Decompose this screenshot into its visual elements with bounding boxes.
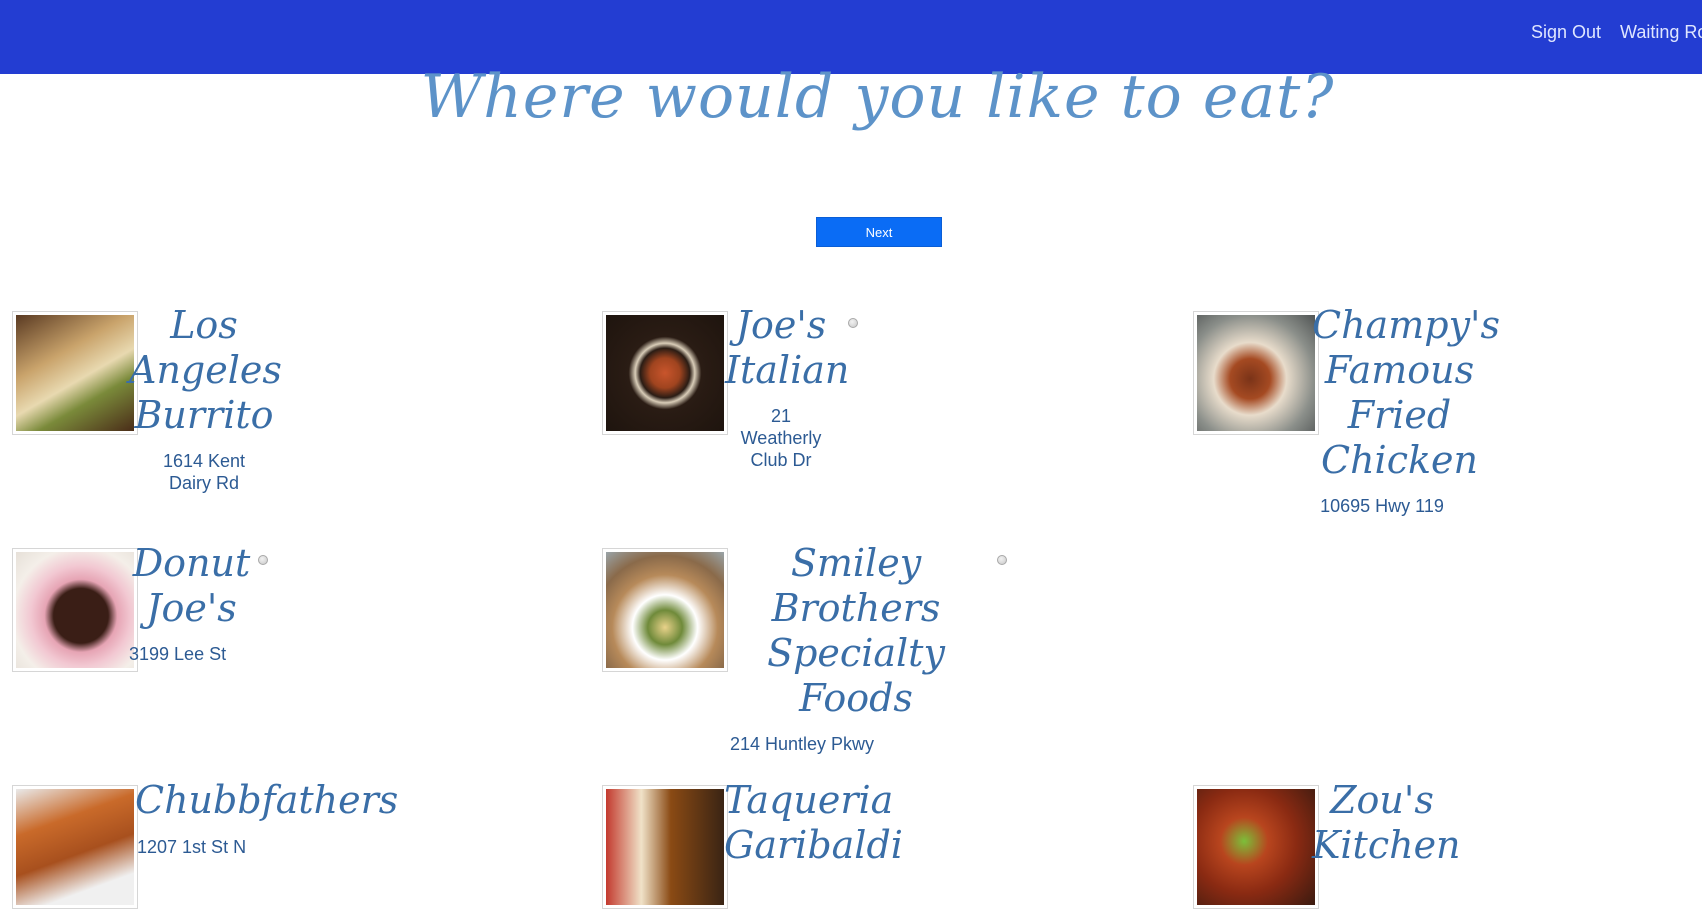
restaurant-name[interactable]: Chubbfathers <box>135 778 398 823</box>
restaurant-name[interactable]: Taqueria Garibaldi <box>724 778 903 868</box>
radio-icon[interactable] <box>997 555 1007 565</box>
restaurant-address: 3199 Lee St <box>129 644 227 664</box>
restaurant-name[interactable]: Los Angeles Burrito <box>129 303 282 438</box>
restaurant-photo[interactable] <box>602 785 728 909</box>
restaurant-photo[interactable] <box>1193 785 1319 909</box>
restaurant-photo[interactable] <box>602 311 728 435</box>
radio-icon[interactable] <box>848 318 858 328</box>
restaurant-name[interactable]: Joe's Italian <box>725 303 849 393</box>
restaurant-address: 214 Huntley Pkwy <box>729 734 875 754</box>
restaurant-name[interactable]: Smiley Brothers Specialty Foods <box>766 541 946 721</box>
radio-icon[interactable] <box>258 555 268 565</box>
restaurant-address: 1614 Kent Dairy Rd <box>162 451 246 493</box>
restaurant-address: 1207 1st St N <box>137 837 247 857</box>
restaurant-name[interactable]: Zou's Kitchen <box>1312 778 1461 868</box>
restaurant-photo[interactable] <box>12 311 138 435</box>
restaurant-photo[interactable] <box>12 548 138 672</box>
restaurant-photo[interactable] <box>602 548 728 672</box>
sign-out-link[interactable]: Sign Out <box>1531 22 1601 43</box>
restaurant-name[interactable]: Champy's Famous Fried Chicken <box>1312 303 1500 483</box>
next-button[interactable]: Next <box>816 217 942 247</box>
restaurant-photo[interactable] <box>1193 311 1319 435</box>
restaurant-address: 10695 Hwy 119 <box>1320 496 1444 516</box>
waiting-room-link[interactable]: Waiting Ro <box>1620 22 1702 43</box>
restaurant-name[interactable]: Donut Joe's <box>129 541 254 631</box>
page-title: Where would you like to eat? <box>420 62 1335 132</box>
restaurant-address: 21 Weatherly Club Dr <box>740 406 822 470</box>
restaurant-photo[interactable] <box>12 785 138 909</box>
